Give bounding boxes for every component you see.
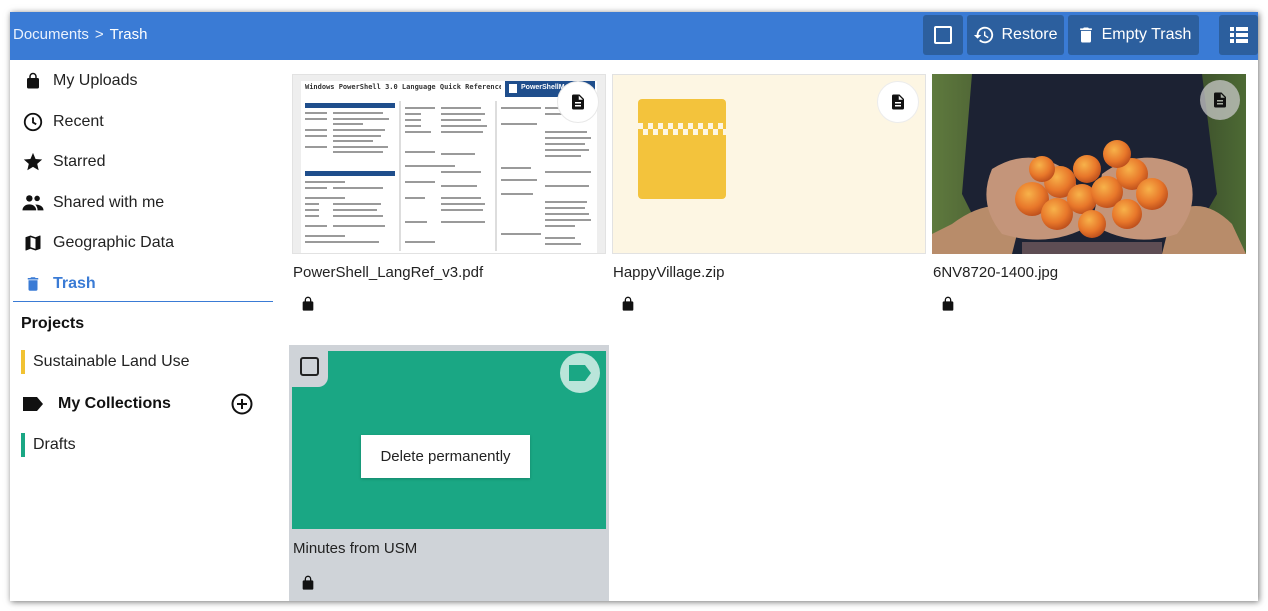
file-thumbnail bbox=[612, 74, 926, 254]
project-color-bar bbox=[21, 350, 25, 374]
breadcrumb: Documents > Trash bbox=[13, 26, 147, 43]
trash-icon bbox=[22, 273, 44, 295]
pdf-preview: Windows PowerShell 3.0 Language Quick Re… bbox=[301, 81, 597, 253]
collections-heading: My Collections bbox=[58, 395, 171, 412]
add-circle-icon[interactable] bbox=[230, 392, 254, 421]
label-icon bbox=[21, 395, 45, 418]
preview-title: Windows PowerShell 3.0 Language Quick Re… bbox=[305, 83, 501, 91]
map-icon bbox=[22, 232, 44, 254]
collection-color-bar bbox=[21, 433, 25, 457]
document-icon bbox=[892, 94, 904, 110]
top-bar: Documents > Trash Restore Empty Trash bbox=[10, 12, 1258, 60]
clock-icon bbox=[22, 111, 44, 133]
people-icon bbox=[22, 192, 44, 214]
select-checkbox-wrap bbox=[292, 351, 328, 387]
sidebar-item-shared[interactable]: Shared with me bbox=[10, 183, 275, 223]
select-all-button[interactable] bbox=[923, 15, 963, 55]
sidebar-item-trash[interactable]: Trash bbox=[10, 264, 275, 304]
checkbox-outline-icon bbox=[934, 26, 952, 44]
sidebar-item-label: Geographic Data bbox=[53, 234, 174, 251]
file-name: HappyVillage.zip bbox=[613, 264, 725, 281]
zipper-teeth-bottom bbox=[638, 129, 726, 135]
sidebar-item-label: Shared with me bbox=[53, 194, 165, 211]
collection-label: Drafts bbox=[33, 436, 76, 453]
file-card[interactable]: 6NV8720-1400.jpg bbox=[932, 74, 1246, 324]
project-label: Sustainable Land Use bbox=[33, 353, 190, 370]
file-name: 6NV8720-1400.jpg bbox=[933, 264, 1059, 281]
collections-header: My Collections bbox=[21, 392, 266, 416]
sidebar: My Uploads Recent Starred Shared with me… bbox=[10, 60, 275, 601]
sidebar-item-geographic-data[interactable]: Geographic Data bbox=[10, 223, 275, 263]
project-item-sustainable-land-use[interactable]: Sustainable Land Use bbox=[21, 350, 190, 374]
file-type-badge bbox=[877, 81, 919, 123]
sidebar-item-recent[interactable]: Recent bbox=[10, 102, 275, 142]
view-toggle-button[interactable] bbox=[1219, 15, 1258, 55]
photo-hands-holding-apricots bbox=[932, 74, 1246, 254]
lock-icon bbox=[620, 294, 636, 319]
trash-icon bbox=[1079, 27, 1092, 43]
zip-archive-icon bbox=[638, 99, 726, 199]
restore-icon bbox=[974, 26, 994, 44]
restore-button[interactable]: Restore bbox=[967, 15, 1064, 55]
sidebar-item-label: Starred bbox=[53, 153, 106, 170]
lock-icon bbox=[300, 294, 316, 319]
document-icon bbox=[572, 94, 584, 110]
file-type-badge bbox=[1200, 80, 1240, 120]
file-thumbnail bbox=[932, 74, 1246, 254]
collection-item-drafts[interactable]: Drafts bbox=[21, 433, 76, 457]
lock-icon bbox=[940, 294, 956, 319]
file-type-badge bbox=[557, 81, 599, 123]
sidebar-item-label: Recent bbox=[53, 113, 104, 130]
file-thumbnail: Delete permanently bbox=[292, 351, 606, 529]
sidebar-item-my-uploads[interactable]: My Uploads bbox=[10, 61, 275, 101]
powershell-logo-icon bbox=[509, 84, 517, 93]
restore-label: Restore bbox=[1001, 26, 1058, 43]
empty-trash-label: Empty Trash bbox=[1101, 26, 1192, 43]
star-icon bbox=[22, 151, 44, 173]
file-type-badge bbox=[560, 353, 600, 393]
label-icon bbox=[569, 365, 591, 381]
file-name: Minutes from USM bbox=[293, 540, 418, 557]
lock-icon bbox=[300, 573, 316, 598]
breadcrumb-separator: > bbox=[94, 26, 104, 43]
lock-icon bbox=[22, 70, 44, 92]
file-card[interactable]: Windows PowerShell 3.0 Language Quick Re… bbox=[292, 74, 606, 324]
projects-heading: Projects bbox=[21, 315, 85, 332]
checkbox-outline-icon[interactable] bbox=[299, 356, 321, 378]
empty-trash-button[interactable]: Empty Trash bbox=[1068, 15, 1199, 55]
list-view-icon bbox=[1229, 27, 1248, 43]
breadcrumb-current: Trash bbox=[109, 26, 148, 43]
document-icon bbox=[1214, 92, 1226, 108]
sidebar-item-starred[interactable]: Starred bbox=[10, 142, 275, 182]
delete-permanently-button[interactable]: Delete permanently bbox=[361, 435, 530, 478]
app-window: Documents > Trash Restore Empty Trash My U… bbox=[10, 12, 1258, 601]
sidebar-item-label: Trash bbox=[53, 275, 96, 292]
breadcrumb-documents-link[interactable]: Documents bbox=[13, 26, 89, 43]
document-text-lines bbox=[305, 101, 591, 251]
file-card[interactable]: HappyVillage.zip bbox=[612, 74, 926, 324]
file-thumbnail: Windows PowerShell 3.0 Language Quick Re… bbox=[292, 74, 606, 254]
active-indicator bbox=[13, 301, 273, 302]
file-name: PowerShell_LangRef_v3.pdf bbox=[293, 264, 484, 281]
file-card-selected[interactable]: Delete permanently Minutes from USM bbox=[289, 345, 609, 601]
sidebar-item-label: My Uploads bbox=[53, 72, 138, 89]
